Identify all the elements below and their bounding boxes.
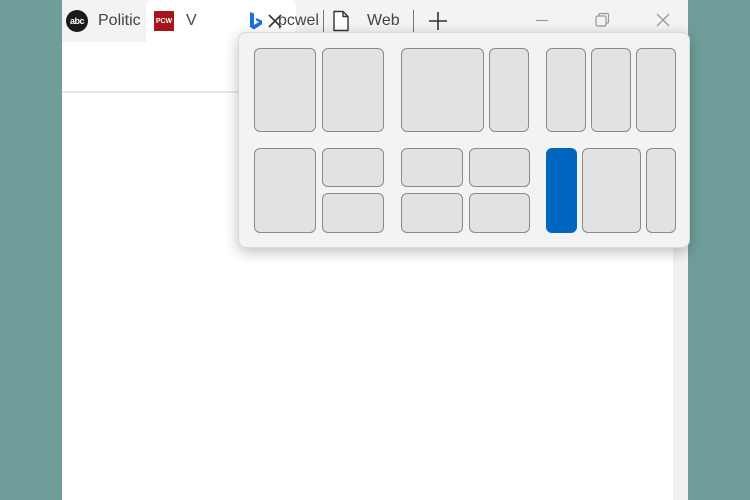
tab-label: V bbox=[186, 12, 197, 29]
pcworld-icon: PCW bbox=[154, 11, 174, 31]
abc-news-icon: abc bbox=[66, 10, 88, 32]
snap-zone[interactable] bbox=[254, 148, 316, 233]
tab-label: pcwel bbox=[278, 12, 319, 29]
tab-separator bbox=[323, 10, 324, 32]
snap-zone[interactable] bbox=[322, 193, 384, 233]
snap-zone[interactable] bbox=[401, 193, 463, 233]
tab-politics[interactable]: abc Politic bbox=[66, 0, 148, 42]
snap-zone[interactable] bbox=[322, 148, 384, 187]
snap-layouts-flyout bbox=[238, 32, 690, 248]
tab-separator bbox=[413, 10, 414, 32]
snap-zone[interactable] bbox=[469, 193, 530, 233]
snap-zone[interactable] bbox=[322, 48, 384, 132]
snap-zone[interactable] bbox=[469, 148, 530, 187]
close-icon[interactable] bbox=[653, 10, 673, 30]
snap-zone[interactable] bbox=[546, 48, 586, 132]
plus-icon[interactable] bbox=[426, 9, 450, 33]
tab-label: Politic bbox=[98, 12, 141, 29]
document-icon bbox=[333, 10, 349, 32]
snap-zone[interactable] bbox=[489, 48, 529, 132]
snap-zone[interactable] bbox=[582, 148, 641, 233]
snap-zone[interactable] bbox=[636, 48, 676, 132]
snap-zone[interactable] bbox=[401, 148, 463, 187]
snap-zone[interactable] bbox=[591, 48, 631, 132]
snap-zone[interactable] bbox=[254, 48, 316, 132]
snap-zone-selected[interactable] bbox=[546, 148, 577, 233]
snap-zone[interactable] bbox=[646, 148, 676, 233]
bing-icon bbox=[250, 12, 262, 30]
tab-label: Web bbox=[367, 12, 400, 29]
minimize-icon[interactable] bbox=[532, 10, 552, 30]
snap-zone[interactable] bbox=[401, 48, 484, 132]
restore-icon[interactable] bbox=[592, 10, 612, 30]
